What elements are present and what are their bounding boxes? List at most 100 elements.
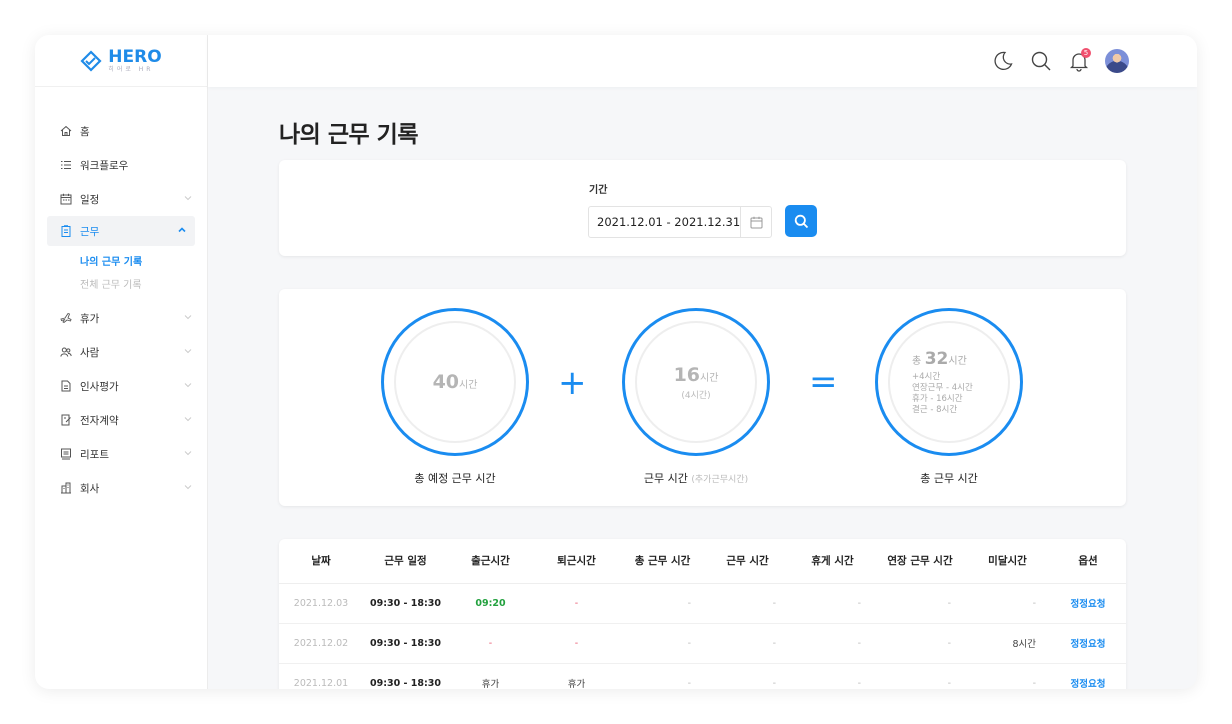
- calendar-icon: [750, 216, 763, 228]
- breakdown-line: 연장근무 - 4시간: [912, 382, 973, 393]
- people-icon: [60, 346, 72, 358]
- column-header: 미달시간: [965, 539, 1050, 584]
- column-header: 옵션: [1050, 539, 1126, 584]
- chevron-down-icon: [184, 196, 192, 201]
- search-submit-button[interactable]: [785, 205, 817, 237]
- logo[interactable]: HERO 히어로 HR: [35, 35, 207, 87]
- list-icon: [60, 159, 72, 171]
- sidebar-item-label: 사람: [80, 346, 100, 359]
- calendar-icon: [60, 193, 72, 205]
- sidebar-item-evaluation[interactable]: 인사평가: [35, 369, 207, 403]
- sidebar-item-work[interactable]: 근무: [47, 216, 195, 246]
- topbar: 5: [208, 35, 1197, 87]
- dark-mode-button[interactable]: [991, 49, 1015, 73]
- sidebar-item-e-contract[interactable]: 전자계약: [35, 403, 207, 437]
- cell-break-hours: -: [790, 663, 875, 689]
- search-icon: [794, 214, 808, 228]
- cell-overtime-hours: -: [875, 663, 965, 689]
- cell-total-hours: -: [620, 583, 705, 624]
- avatar: [1105, 49, 1129, 73]
- chevron-up-icon: [178, 227, 186, 233]
- correction-request-link[interactable]: 정정요청: [1050, 583, 1126, 624]
- sidebar-item-label: 인사평가: [80, 380, 119, 393]
- total-hours-value: 32: [924, 348, 949, 369]
- worked-hours-value-wrap: 16시간: [674, 364, 719, 386]
- sidebar-item-workflow[interactable]: 워크플로우: [35, 148, 207, 182]
- cell-shortfall-hours: -: [965, 583, 1050, 624]
- sidebar-item-label: 근무: [80, 225, 100, 238]
- hero-logo-icon: [80, 49, 102, 72]
- airplane-icon: [60, 312, 72, 324]
- correction-request-link[interactable]: 정정요청: [1050, 623, 1126, 664]
- cell-shortfall-hours: 8시간: [965, 623, 1050, 664]
- sidebar-item-report[interactable]: 리포트: [35, 437, 207, 471]
- worked-hours-caption: 근무 시간: [643, 472, 688, 485]
- total-hours-value-wrap: 총 32시간: [912, 349, 986, 369]
- table-row: 2021.12.03 09:30 - 18:30 09:20 - - - - -…: [279, 583, 1126, 624]
- sidebar-item-label: 리포트: [80, 448, 109, 461]
- sidebar-item-label: 워크플로우: [80, 159, 129, 172]
- column-header: 퇴근시간: [533, 539, 620, 584]
- column-header: 총 근무 시간: [620, 539, 705, 584]
- chevron-down-icon: [184, 417, 192, 422]
- sidebar-subitem-my-work-records[interactable]: 나의 근무 기록: [35, 249, 207, 272]
- sidebar-subitem-all-work-records[interactable]: 전체 근무 기록: [35, 272, 207, 295]
- cell-schedule: 09:30 - 18:30: [363, 583, 448, 624]
- cell-date: 2021.12.02: [279, 623, 363, 664]
- clipboard-icon: [60, 225, 72, 237]
- column-header: 날짜: [279, 539, 363, 584]
- total-hours-ring-inner: 총 32시간 +4시간 연장근무 - 4시간 휴가 - 16시간 결근 - 8시…: [888, 321, 1010, 443]
- cell-clock-in: -: [448, 623, 533, 664]
- sidebar-item-label: 회사: [80, 482, 100, 495]
- worked-hours-ring-inner: 16시간 (4시간): [635, 321, 757, 443]
- chevron-down-icon: [184, 383, 192, 388]
- search-button[interactable]: [1029, 49, 1053, 73]
- table-row: 2021.12.01 09:30 - 18:30 휴가 휴가 - - - - -…: [279, 663, 1126, 689]
- column-header: 근무 시간: [705, 539, 790, 584]
- equals-sign: =: [809, 362, 838, 402]
- planned-hours-ring: 40시간: [381, 308, 529, 456]
- correction-request-link[interactable]: 정정요청: [1050, 663, 1126, 689]
- contract-sign-icon: [60, 414, 72, 426]
- breakdown-line: 결근 - 8시간: [912, 404, 958, 415]
- total-hours-unit: 시간: [948, 355, 967, 367]
- logo-mark: HERO 히어로 HR: [80, 48, 162, 73]
- cell-work-hours: -: [705, 663, 790, 689]
- work-records-table: 날짜 근무 일정 출근시간 퇴근시간 총 근무 시간 근무 시간 휴게 시간 연…: [279, 539, 1126, 689]
- sidebar-item-leave[interactable]: 휴가: [35, 301, 207, 335]
- table-header-row: 날짜 근무 일정 출근시간 퇴근시간 총 근무 시간 근무 시간 휴게 시간 연…: [279, 539, 1126, 584]
- sidebar-item-label: 홈: [80, 125, 90, 138]
- cell-shortfall-hours: -: [965, 663, 1050, 689]
- date-range-input[interactable]: 2021.12.01 - 2021.12.31: [588, 206, 772, 238]
- worked-hours-unit: 시간: [700, 372, 719, 384]
- cell-schedule: 09:30 - 18:30: [363, 623, 448, 664]
- cell-total-hours: -: [620, 623, 705, 664]
- sidebar-item-label: 전자계약: [80, 414, 119, 427]
- notification-button[interactable]: 5: [1067, 48, 1091, 73]
- planned-hours-value-wrap: 40시간: [433, 371, 478, 393]
- cell-clock-in: 휴가: [448, 663, 533, 689]
- sidebar-item-people[interactable]: 사람: [35, 335, 207, 369]
- sidebar-item-schedule[interactable]: 일정: [35, 182, 207, 216]
- cell-work-hours: -: [705, 623, 790, 664]
- period-label: 기간: [589, 185, 608, 196]
- cell-clock-in: 09:20: [448, 583, 533, 624]
- breakdown-line: 휴가 - 16시간: [912, 393, 963, 404]
- total-hours-breakdown: +4시간 연장근무 - 4시간 휴가 - 16시간 결근 - 8시간: [912, 372, 986, 416]
- worked-hours-caption-note: (추가근무시간): [691, 475, 749, 485]
- chevron-down-icon: [184, 485, 192, 490]
- cell-clock-out: 휴가: [533, 663, 620, 689]
- chevron-down-icon: [184, 349, 192, 354]
- profile-button[interactable]: [1105, 49, 1129, 73]
- sidebar-item-home[interactable]: 홈: [35, 114, 207, 148]
- search-icon: [1031, 51, 1051, 71]
- period-filter: 기간 2021.12.01 - 2021.12.31: [279, 160, 1126, 256]
- cell-clock-out: -: [533, 623, 620, 664]
- building-icon: [60, 482, 72, 494]
- main-content: 나의 근무 기록 기간 2021.12.01 - 2021.12.31 40시간…: [208, 87, 1197, 689]
- calendar-picker-button[interactable]: [740, 207, 771, 237]
- column-header: 연장 근무 시간: [875, 539, 965, 584]
- sidebar-item-company[interactable]: 회사: [35, 471, 207, 505]
- cell-work-hours: -: [705, 583, 790, 624]
- notification-badge: 5: [1081, 48, 1091, 58]
